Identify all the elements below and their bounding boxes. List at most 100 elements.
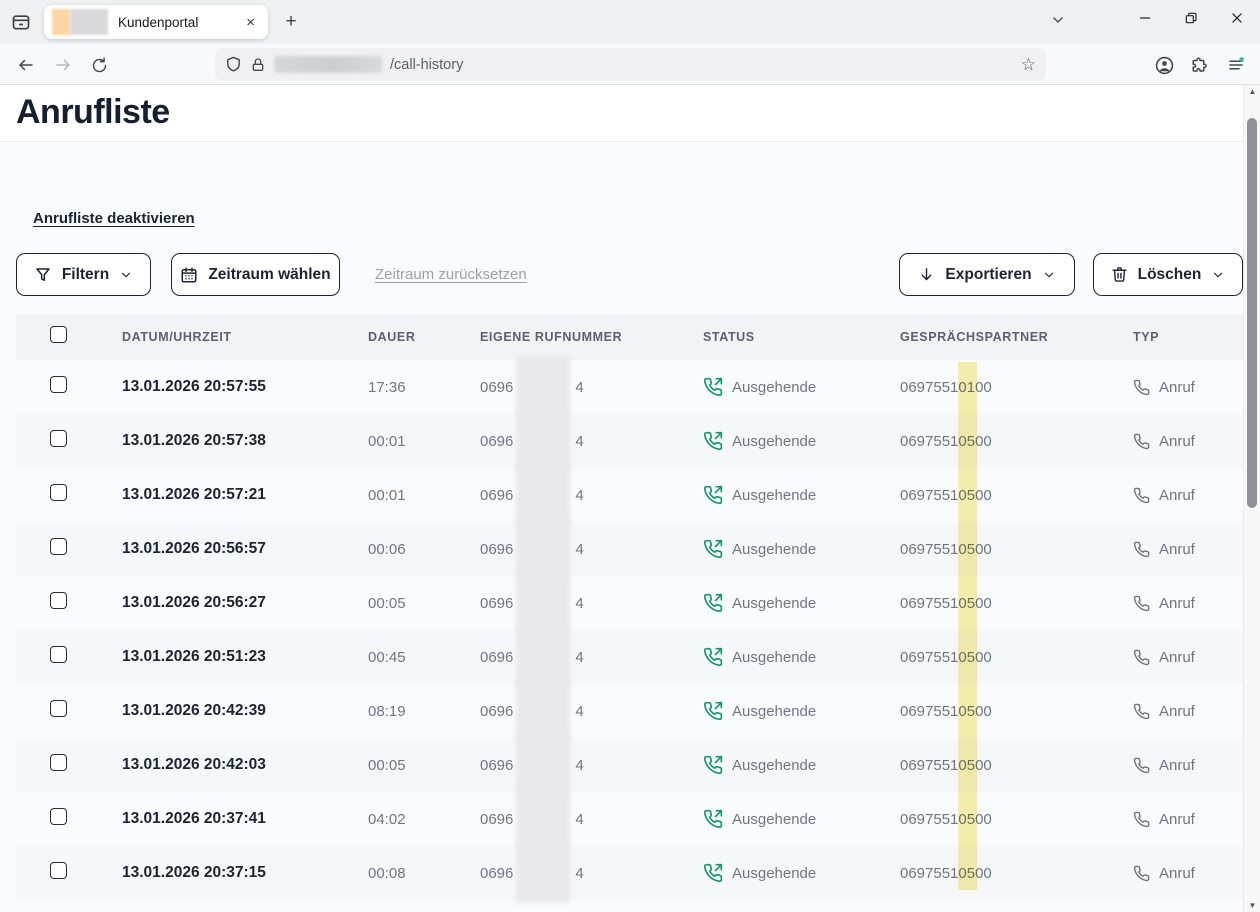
- table-row: 13.01.2026 20:57:21 00:01 0696 4 Ausgehe…: [16, 468, 1244, 522]
- cell-datetime: 13.01.2026 20:57:38: [122, 432, 368, 450]
- cell-duration: 00:08: [368, 865, 480, 882]
- tab-close-icon[interactable]: ×: [241, 12, 260, 33]
- scroll-down-arrow-icon[interactable]: ▼: [1244, 901, 1260, 910]
- phone-icon: [1133, 649, 1150, 666]
- cell-status: Ausgehende: [703, 755, 900, 775]
- reload-icon[interactable]: [86, 52, 112, 78]
- cell-type: Anruf: [1133, 757, 1244, 774]
- row-checkbox[interactable]: [50, 484, 67, 501]
- phone-icon: [1133, 487, 1150, 504]
- row-checkbox[interactable]: [50, 538, 67, 555]
- cell-duration: 00:05: [368, 757, 480, 774]
- scrollbar-thumb[interactable]: [1247, 118, 1257, 508]
- table-row: 13.01.2026 20:37:41 04:02 0696 4 Ausgehe…: [16, 792, 1244, 846]
- col-header-status: STATUS: [703, 330, 900, 344]
- tab-favicon-redacted: [52, 9, 70, 35]
- own-number-redacted: [516, 465, 570, 525]
- download-arrow-icon: [918, 266, 935, 283]
- delete-button[interactable]: Löschen: [1093, 253, 1243, 296]
- row-checkbox[interactable]: [50, 592, 67, 609]
- page-scrollbar[interactable]: ▲ ▼: [1243, 85, 1260, 912]
- own-number-redacted: [516, 627, 570, 687]
- deactivate-call-list-link[interactable]: Anrufliste deaktivieren: [33, 210, 195, 227]
- minimize-button[interactable]: [1122, 0, 1168, 36]
- select-all-checkbox[interactable]: [50, 326, 67, 343]
- own-number-redacted: [516, 789, 570, 849]
- chevron-down-icon: [1042, 268, 1056, 282]
- forward-icon: [50, 52, 76, 78]
- cell-type: Anruf: [1133, 433, 1244, 450]
- restore-window-button[interactable]: [1168, 0, 1214, 36]
- cell-partner: 06975510500: [900, 595, 1133, 612]
- cell-type: Anruf: [1133, 865, 1244, 882]
- page-title: Anrufliste: [16, 93, 170, 132]
- bookmark-star-icon[interactable]: ☆: [1021, 55, 1036, 75]
- cell-partner: 06975510500: [900, 487, 1133, 504]
- cell-datetime: 13.01.2026 20:57:21: [122, 486, 368, 504]
- filter-button[interactable]: Filtern: [16, 253, 151, 296]
- cell-duration: 00:05: [368, 595, 480, 612]
- reset-range-link[interactable]: Zeitraum zurücksetzen: [375, 266, 527, 283]
- list-tabs-chevron-icon[interactable]: [1050, 12, 1066, 33]
- account-icon[interactable]: [1151, 52, 1177, 78]
- cell-datetime: 13.01.2026 20:56:27: [122, 594, 368, 612]
- cell-duration: 00:45: [368, 649, 480, 666]
- col-header-type: TYP: [1133, 330, 1244, 344]
- new-tab-button[interactable]: +: [278, 10, 304, 34]
- close-window-button[interactable]: [1214, 0, 1260, 36]
- cell-duration: 17:36: [368, 379, 480, 396]
- phone-icon: [1133, 541, 1150, 558]
- back-icon[interactable]: [13, 52, 39, 78]
- cell-partner: 06975510500: [900, 433, 1133, 450]
- browser-window: Kundenportal × + /call-history ☆: [0, 0, 1260, 912]
- col-header-duration: DAUER: [368, 330, 480, 344]
- cell-type: Anruf: [1133, 541, 1244, 558]
- outgoing-call-icon: [703, 377, 723, 397]
- phone-icon: [1133, 595, 1150, 612]
- update-dot-icon: [1239, 57, 1244, 62]
- row-checkbox[interactable]: [50, 754, 67, 771]
- export-button[interactable]: Exportieren: [899, 253, 1075, 296]
- page-header: Anrufliste: [0, 85, 1243, 142]
- table-row: 13.01.2026 20:37:15 00:08 0696 4 Ausgehe…: [16, 846, 1244, 900]
- cell-datetime: 13.01.2026 20:57:55: [122, 378, 368, 396]
- browser-tab[interactable]: Kundenportal ×: [44, 5, 268, 39]
- cell-own-number: 0696 4: [480, 851, 703, 895]
- cell-partner: 06975510500: [900, 757, 1133, 774]
- table-body: 13.01.2026 20:57:55 17:36 0696 4 Ausgehe…: [16, 360, 1244, 900]
- cell-partner: 06975510100: [900, 379, 1133, 396]
- outgoing-call-icon: [703, 809, 723, 829]
- chevron-down-icon: [119, 268, 133, 282]
- extensions-puzzle-icon[interactable]: [1187, 52, 1213, 78]
- row-checkbox[interactable]: [50, 808, 67, 825]
- row-checkbox[interactable]: [50, 646, 67, 663]
- row-checkbox[interactable]: [50, 700, 67, 717]
- url-bar[interactable]: /call-history ☆: [215, 48, 1046, 81]
- tracking-shield-icon[interactable]: [225, 56, 242, 73]
- app-menu-icon[interactable]: [1223, 52, 1249, 78]
- own-number-redacted: [516, 573, 570, 633]
- scroll-up-arrow-icon[interactable]: ▲: [1244, 87, 1260, 96]
- date-range-button[interactable]: Zeitraum wählen: [171, 253, 340, 296]
- row-checkbox[interactable]: [50, 430, 67, 447]
- cell-duration: 00:06: [368, 541, 480, 558]
- own-number-redacted: [516, 357, 570, 417]
- phone-icon: [1133, 757, 1150, 774]
- cell-status: Ausgehende: [703, 647, 900, 667]
- own-number-redacted: [516, 411, 570, 471]
- lock-icon[interactable]: [250, 57, 266, 73]
- cell-duration: 08:19: [368, 703, 480, 720]
- row-checkbox[interactable]: [50, 862, 67, 879]
- firefox-view-icon[interactable]: [8, 10, 34, 34]
- url-domain-redacted: [274, 56, 382, 73]
- cell-type: Anruf: [1133, 811, 1244, 828]
- cell-type: Anruf: [1133, 703, 1244, 720]
- phone-icon: [1133, 379, 1150, 396]
- row-checkbox[interactable]: [50, 376, 67, 393]
- funnel-icon: [34, 266, 52, 284]
- own-number-redacted: [516, 681, 570, 741]
- chevron-down-icon: [1211, 268, 1225, 282]
- cell-datetime: 13.01.2026 20:42:03: [122, 756, 368, 774]
- cell-type: Anruf: [1133, 379, 1244, 396]
- outgoing-call-icon: [703, 863, 723, 883]
